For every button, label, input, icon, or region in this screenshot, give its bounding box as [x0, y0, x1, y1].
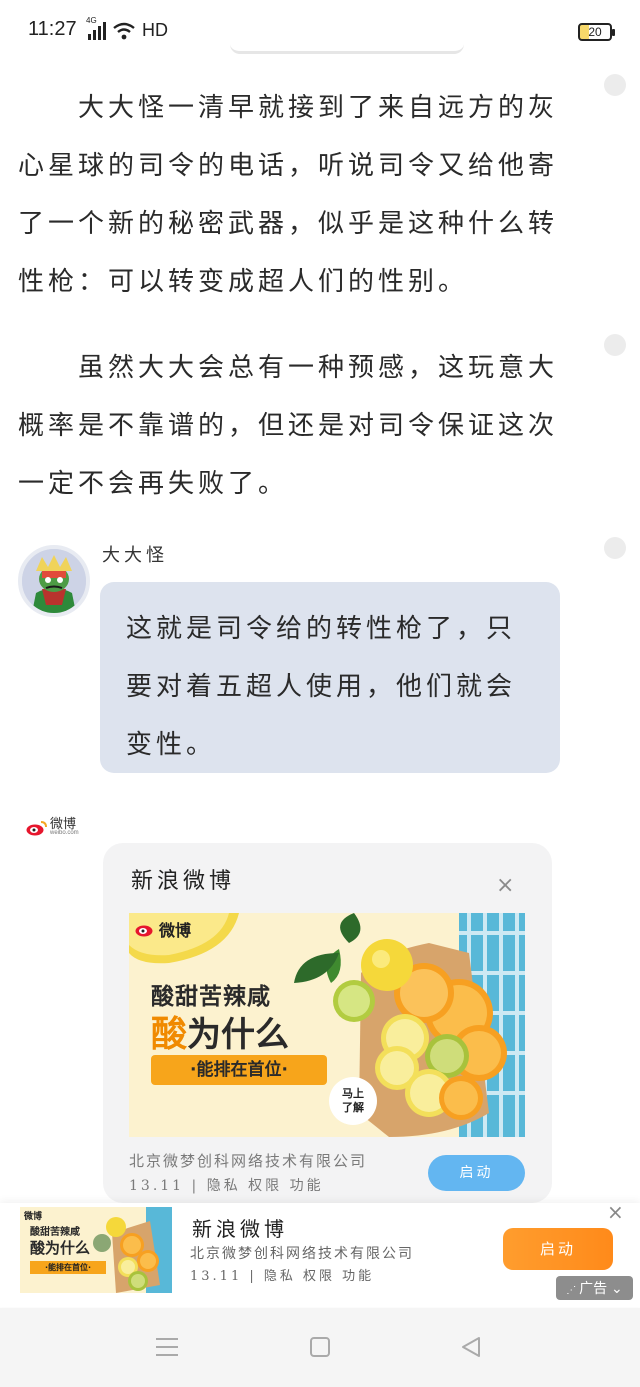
ad-company: 北京微梦创科网络技术有限公司 — [129, 1152, 368, 1170]
character-avatar-icon — [22, 549, 86, 613]
weibo-logo-icon — [135, 925, 153, 937]
banner-meta-links[interactable]: 13.11 | 隐私 权限 功能 — [190, 1265, 374, 1284]
chevron-down-icon: ⌄ — [607, 1280, 623, 1296]
banner-company: 北京微梦创科网络技术有限公司 — [190, 1246, 414, 1262]
network-type: 4G — [86, 15, 97, 25]
ad-card[interactable]: 新浪微博 × 马上 了解 微博 酸甜苦辣咸 酸为什么 ·能排在首位· 北京微梦创… — [103, 843, 552, 1203]
bottom-ad-banner[interactable]: 微博 酸甜苦辣咸 酸为什么 ·能排在首位· 新浪微博 北京微梦创科网络技术有限公… — [0, 1203, 640, 1307]
back-nav-icon[interactable] — [460, 1336, 482, 1358]
ad-start-button[interactable]: 启动 — [428, 1155, 525, 1191]
ad-label-badge[interactable]: ⋰ 广告 ⌄ — [556, 1276, 633, 1300]
battery-icon: 20 — [578, 23, 615, 41]
ad-meta-links[interactable]: 13.11 | 隐私 权限 功能 — [129, 1175, 324, 1195]
ad-title: 新浪微博 — [131, 869, 236, 894]
paragraph-comment-dot[interactable] — [604, 334, 626, 356]
story-paragraph: 大大怪一清早就接到了来自远方的灰心星球的司令的电话，听说司令又给他寄了一个新的秘… — [18, 93, 559, 297]
system-nav-bar — [0, 1308, 640, 1387]
ad-headline-big: 酸为什么 — [151, 1014, 290, 1055]
battery-level: 20 — [588, 25, 602, 39]
paragraph-comment-dot[interactable] — [604, 74, 626, 96]
ad-badge-icon: ⋰ — [566, 1285, 580, 1296]
hd-indicator: HD — [142, 20, 168, 40]
avatar[interactable] — [18, 545, 90, 617]
paragraph-comment-dot[interactable] — [604, 537, 626, 559]
ad-tagline: ·能排在首位· — [151, 1055, 327, 1085]
story-paragraph: 虽然大大会总有一种预感，这玩意大概率是不靠谱的，但还是对司令保证这次一定不会再失… — [18, 353, 559, 499]
speaker-name: 大大怪 — [102, 545, 168, 566]
ad-image[interactable]: 马上 了解 微博 酸甜苦辣咸 酸为什么 ·能排在首位· — [129, 913, 525, 1137]
banner-headline-big: 酸为什么 — [30, 1239, 91, 1257]
status-bar: 11:27 4G HD 20 — [0, 0, 640, 56]
weibo-logo-sub: weibo.com — [50, 830, 79, 836]
banner-image-brand: 微博 — [24, 1212, 43, 1222]
wifi-icon — [113, 22, 135, 39]
weibo-logo-icon — [26, 820, 47, 835]
scroll-indicator — [230, 44, 464, 54]
svg-text:了解: 了解 — [342, 1100, 364, 1114]
menu-nav-icon[interactable] — [156, 1338, 178, 1356]
banner-image[interactable]: 微博 酸甜苦辣咸 酸为什么 ·能排在首位· — [20, 1207, 172, 1293]
ad-image-brand: 微博 — [135, 917, 191, 941]
close-icon[interactable]: × — [496, 874, 514, 898]
weibo-logo-text: 微博 — [50, 816, 77, 831]
banner-headline-small: 酸甜苦辣咸 — [30, 1227, 80, 1238]
signal-icon: 4G — [86, 16, 106, 40]
close-icon[interactable]: × — [607, 1200, 624, 1224]
banner-start-button[interactable]: 启动 — [503, 1228, 613, 1270]
status-icons: 4G HD — [86, 16, 168, 41]
svg-text:马上: 马上 — [342, 1086, 364, 1100]
home-nav-icon[interactable] — [310, 1337, 330, 1357]
chat-bubble: 这就是司令给的转性枪了，只要对着五超人使用，他们就会变性。 — [100, 582, 560, 773]
banner-title: 新浪微博 — [192, 1217, 288, 1241]
status-time: 11:27 — [28, 18, 77, 40]
banner-tagline: ·能排在首位· — [30, 1261, 106, 1274]
weibo-source-logo: 微博 weibo.com — [26, 816, 79, 837]
